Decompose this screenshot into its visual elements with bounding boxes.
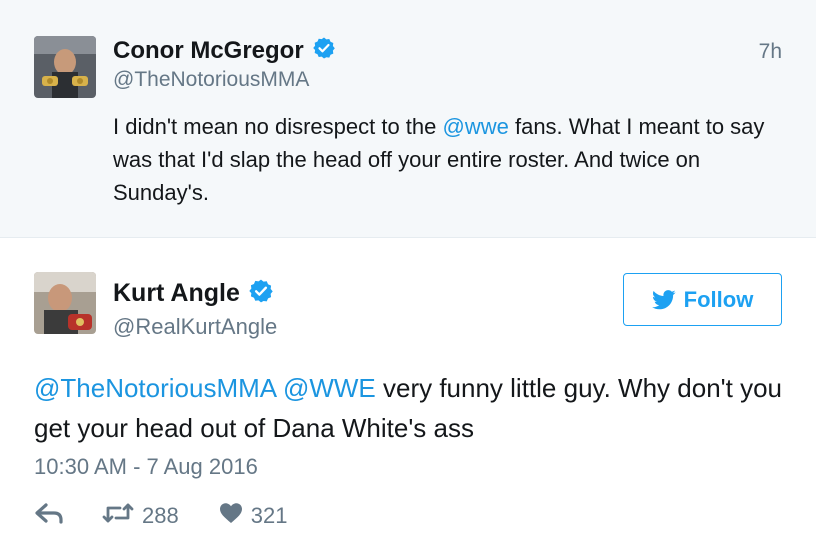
follow-label: Follow — [683, 286, 754, 312]
like-count: 321 — [250, 503, 288, 528]
verified-badge-icon — [312, 36, 336, 65]
reply-icon — [34, 502, 64, 530]
verified-badge-icon — [248, 278, 274, 309]
parent-text-a: I didn't mean no disrespect to the — [113, 114, 443, 139]
parent-author-name[interactable]: Conor McGregor — [113, 37, 304, 65]
follow-button[interactable]: Follow — [623, 273, 782, 326]
twitter-bird-icon — [651, 289, 676, 310]
retweet-count: 288 — [142, 503, 179, 528]
main-author-name[interactable]: Kurt Angle — [113, 279, 240, 308]
parent-tweet-text: I didn't mean no disrespect to the @wwe … — [113, 110, 793, 209]
kurt-avatar[interactable] — [34, 272, 96, 334]
parent-time-ago[interactable]: 7h — [759, 40, 782, 64]
mention-wwe-main[interactable]: @WWE — [283, 373, 376, 403]
main-name-row: Kurt Angle — [113, 278, 274, 309]
conor-avatar[interactable] — [34, 36, 96, 98]
tweet-actions: 288 321 — [34, 502, 287, 530]
main-tweet-text: @TheNotoriousMMA @WWE very funny little … — [34, 368, 794, 448]
parent-name-row: Conor McGregor — [113, 36, 336, 65]
mention-wwe[interactable]: @wwe — [443, 114, 509, 139]
retweet-icon — [102, 502, 134, 530]
tweet-timestamp[interactable]: 10:30 AM - 7 Aug 2016 — [34, 454, 258, 480]
like-button[interactable]: 321 — [219, 502, 288, 530]
retweet-button[interactable]: 288 — [102, 502, 179, 530]
parent-handle[interactable]: @TheNotoriousMMA — [113, 68, 309, 92]
main-handle[interactable]: @RealKurtAngle — [113, 314, 277, 340]
parent-tweet: Conor McGregor @TheNotoriousMMA 7h I did… — [0, 0, 816, 238]
mention-thenotoriousmma[interactable]: @TheNotoriousMMA — [34, 373, 276, 403]
reply-button[interactable] — [34, 502, 64, 530]
heart-icon — [219, 502, 243, 530]
